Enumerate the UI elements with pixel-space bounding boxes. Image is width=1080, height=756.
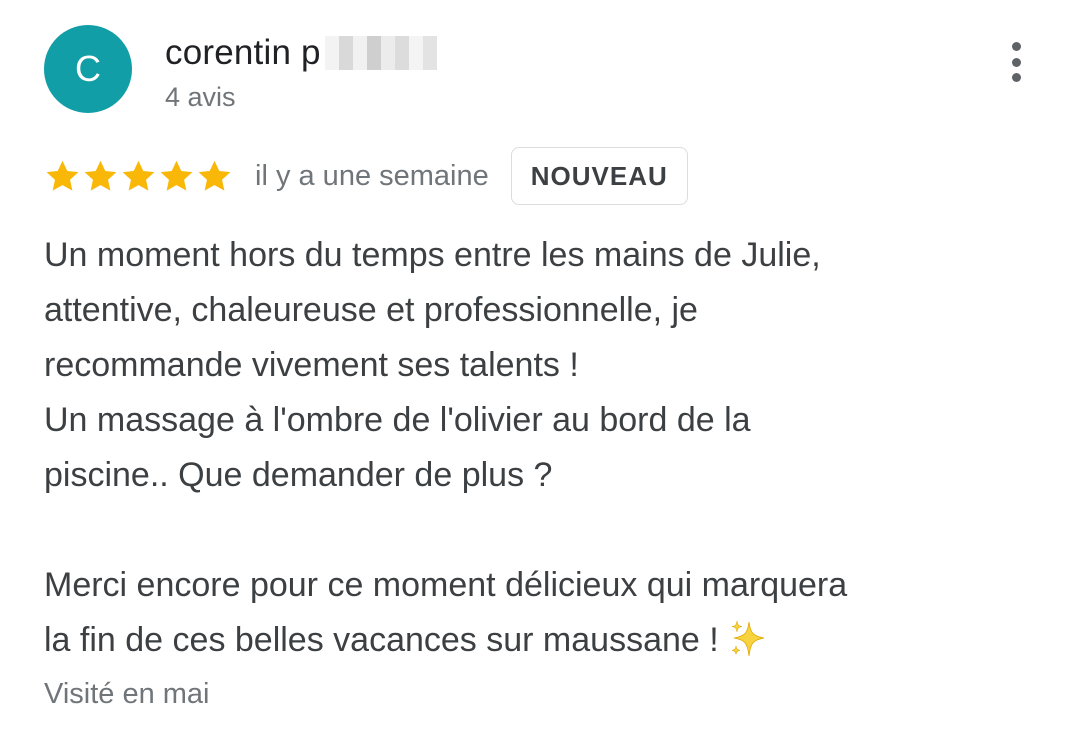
star-icon bbox=[160, 160, 193, 191]
reviewer-name-row[interactable]: corentin p bbox=[165, 30, 437, 76]
star-icon bbox=[122, 160, 155, 191]
review-text: Un moment hors du temps entre les mains … bbox=[44, 228, 1044, 668]
redacted-surname-blur bbox=[324, 36, 437, 70]
star-rating bbox=[44, 158, 233, 195]
star-icon bbox=[198, 160, 231, 191]
avatar[interactable]: C bbox=[44, 25, 132, 113]
review-line-text: la fin de ces belles vacances sur maussa… bbox=[44, 621, 719, 659]
star-icon bbox=[46, 160, 79, 191]
review-line: attentive, chaleureuse et professionnell… bbox=[44, 291, 698, 329]
review-card: C corentin p 4 avis il y a une semaine N… bbox=[0, 0, 1080, 756]
more-vertical-icon[interactable] bbox=[1000, 38, 1032, 86]
review-line-last: la fin de ces belles vacances sur maussa… bbox=[44, 613, 1044, 668]
visited-date: Visité en mai bbox=[44, 678, 210, 710]
review-line: Merci encore pour ce moment délicieux qu… bbox=[44, 566, 848, 604]
review-date: il y a une semaine bbox=[255, 159, 489, 192]
sparkles-icon bbox=[731, 620, 764, 657]
new-badge: NOUVEAU bbox=[510, 147, 688, 205]
review-line-blank bbox=[44, 503, 1044, 558]
reviewer-name[interactable]: corentin p bbox=[165, 33, 321, 73]
review-line: Un moment hors du temps entre les mains … bbox=[44, 236, 821, 274]
review-line: recommande vivement ses talents ! bbox=[44, 346, 579, 384]
star-icon bbox=[84, 160, 117, 191]
rating-row: il y a une semaine NOUVEAU bbox=[44, 146, 688, 206]
avatar-letter: C bbox=[75, 48, 101, 89]
review-line: Un massage à l'ombre de l'olivier au bor… bbox=[44, 401, 751, 439]
review-count: 4 avis bbox=[165, 82, 236, 112]
review-line: piscine.. Que demander de plus ? bbox=[44, 456, 553, 494]
